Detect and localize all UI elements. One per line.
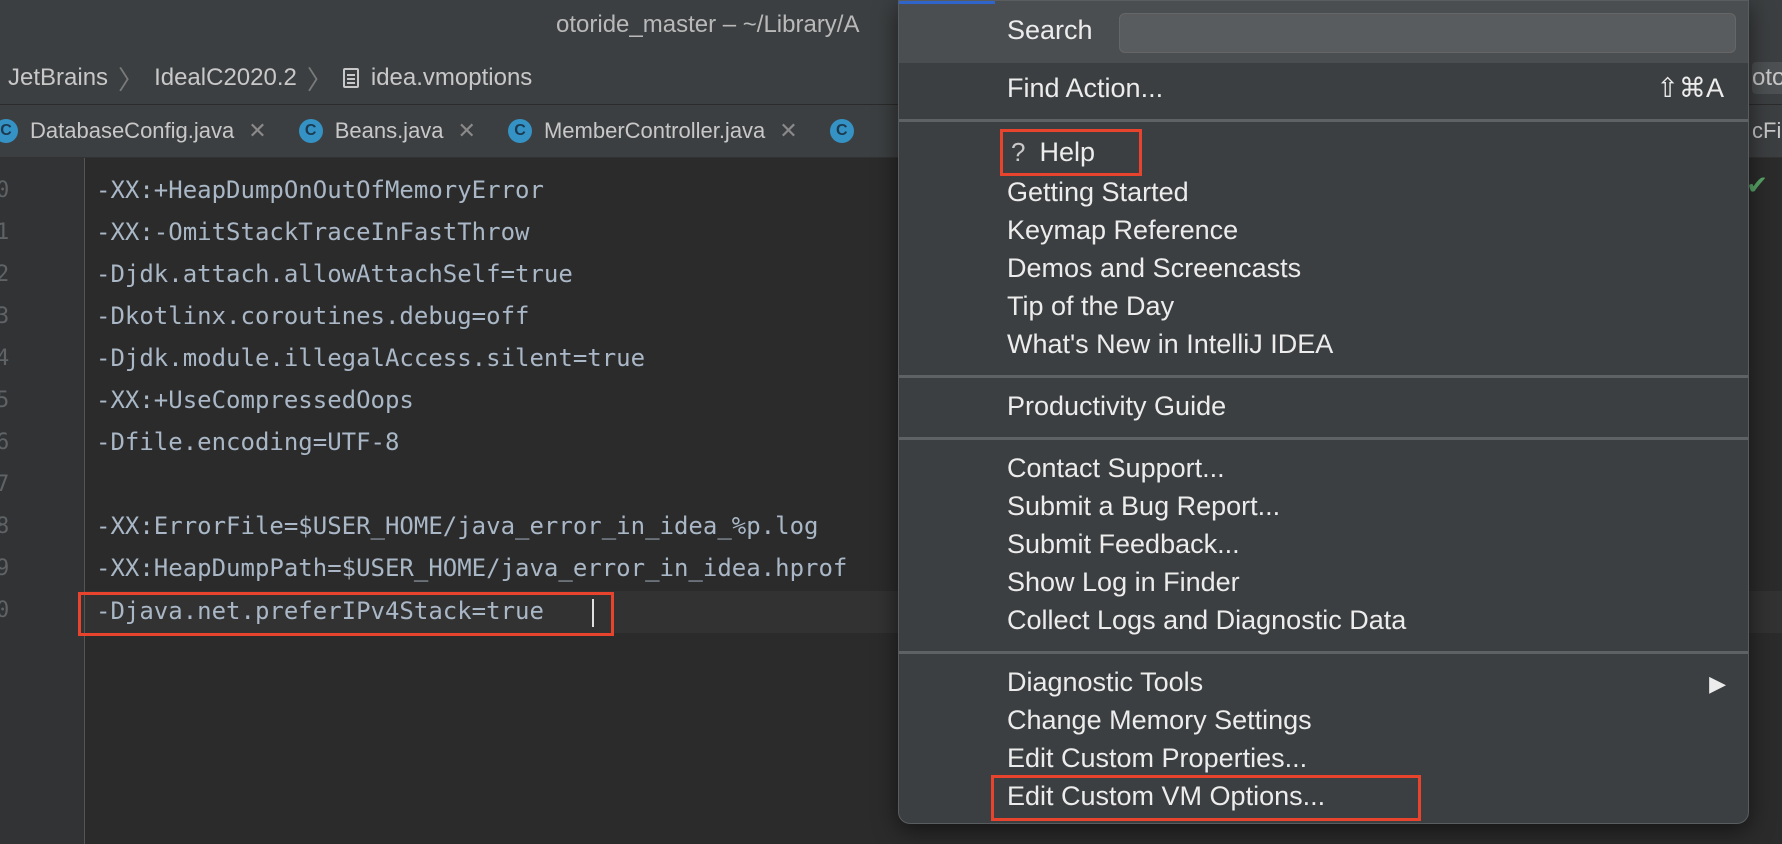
annotation-box-vm-option (78, 592, 614, 636)
annotation-box-help (1000, 129, 1142, 176)
menu-item-show-log[interactable]: Show Log in Finder (1007, 567, 1240, 598)
code-line[interactable]: -Djdk.attach.allowAttachSelf=true (96, 254, 573, 294)
class-icon: C (507, 119, 532, 143)
tab-label: DatabaseConfig.java (30, 118, 235, 143)
menu-item-collect-logs[interactable]: Collect Logs and Diagnostic Data (1007, 605, 1406, 636)
run-config-partial[interactable]: otor (1752, 62, 1782, 94)
menu-item-contact-support[interactable]: Contact Support... (1007, 453, 1225, 484)
menu-separator (899, 651, 1748, 654)
breadcrumb-item-jetbrains[interactable]: JetBrains (8, 64, 108, 92)
tab-membercontroller[interactable]: C MemberController.java ✕ (507, 105, 810, 157)
code-line[interactable]: -XX:+UseCompressedOops (96, 380, 414, 420)
code-line[interactable]: -XX:-OmitStackTraceInFastThrow (96, 212, 529, 252)
menu-item-diagnostic-tools[interactable]: Diagnostic Tools (1007, 667, 1203, 698)
breadcrumb-item-idealc[interactable]: IdealC2020.2 (154, 64, 297, 92)
menu-item-whats-new[interactable]: What's New in IntelliJ IDEA (1007, 329, 1333, 360)
menu-search-row: Search (899, 1, 1748, 63)
menu-separator (899, 437, 1748, 440)
find-action-shortcut: ⇧⌘A (1656, 73, 1724, 103)
menu-item-demos-screencasts[interactable]: Demos and Screencasts (1007, 253, 1301, 284)
menu-separator (899, 375, 1748, 378)
tab-label: MemberController.java (543, 118, 766, 143)
code-line[interactable]: -Dkotlinx.coroutines.debug=off (96, 296, 529, 336)
breadcrumb-separator-icon: 〉 (306, 64, 333, 95)
line-number: 4 (0, 346, 10, 371)
line-number: 3 (0, 304, 10, 329)
menu-item-getting-started[interactable]: Getting Started (1007, 177, 1189, 208)
code-line[interactable]: -XX:HeapDumpPath=$USER_HOME/java_error_i… (96, 548, 847, 588)
line-number: 7 (0, 472, 10, 497)
line-number: 0 (0, 598, 10, 623)
menu-search-label: Search (1007, 15, 1093, 45)
tab-partial[interactable]: C (829, 105, 878, 157)
code-line[interactable]: -Djdk.module.illegalAccess.silent=true (96, 338, 645, 378)
tab-beans[interactable]: C Beans.java ✕ (298, 105, 488, 157)
menu-item-submit-feedback[interactable]: Submit Feedback... (1007, 529, 1240, 560)
menu-item-change-memory[interactable]: Change Memory Settings (1007, 705, 1312, 736)
menu-item-edit-custom-properties[interactable]: Edit Custom Properties... (1007, 743, 1307, 774)
menu-item-productivity-guide[interactable]: Productivity Guide (1007, 391, 1226, 422)
code-line[interactable]: -XX:+HeapDumpOnOutOfMemoryError (96, 170, 544, 210)
file-icon (342, 68, 359, 88)
tab-partial-right[interactable]: cFil (1752, 105, 1782, 157)
breadcrumb-label: JetBrains (8, 64, 109, 91)
help-menu: Search Find Action... ⇧⌘A ? Help Getting … (898, 0, 1749, 824)
window-title: otoride_master – ~/Library/A (556, 11, 860, 38)
breadcrumb-separator-icon: 〉 (118, 64, 145, 95)
code-line[interactable]: -XX:ErrorFile=$USER_HOME/java_error_in_i… (96, 506, 818, 546)
menu-search-input[interactable] (1119, 13, 1736, 53)
annotation-box-edit-vm-options (991, 775, 1421, 821)
menu-separator (899, 119, 1748, 122)
menu-item-tip-of-the-day[interactable]: Tip of the Day (1007, 291, 1174, 322)
line-gutter: 0 1 2 3 4 5 6 7 8 9 0 (0, 158, 85, 844)
breadcrumb-label: IdealC2020.2 (154, 64, 297, 91)
breadcrumb-label: idea.vmoptions (370, 64, 533, 91)
line-number: 5 (0, 388, 10, 413)
line-number: 9 (0, 556, 10, 581)
close-icon[interactable]: ✕ (779, 118, 797, 144)
menu-item-keymap-reference[interactable]: Keymap Reference (1007, 215, 1238, 246)
line-number: 6 (0, 430, 10, 455)
inspection-ok-icon[interactable]: ✔ (1746, 170, 1768, 201)
tab-label: Beans.java (334, 118, 444, 143)
menu-item-find-action[interactable]: Find Action... (1007, 73, 1163, 104)
menu-active-indicator (899, 1, 995, 4)
line-number: 2 (0, 262, 10, 287)
class-icon: C (829, 119, 854, 143)
menu-item-submit-bug[interactable]: Submit a Bug Report... (1007, 491, 1280, 522)
line-number: 8 (0, 514, 10, 539)
tab-databaseconfig[interactable]: C DatabaseConfig.java ✕ (0, 105, 279, 157)
breadcrumb-item-file[interactable]: idea.vmoptions (342, 64, 533, 92)
line-number: 0 (0, 178, 10, 203)
close-icon[interactable]: ✕ (458, 118, 476, 144)
code-line[interactable]: -Dfile.encoding=UTF-8 (96, 422, 399, 462)
line-number: 1 (0, 220, 10, 245)
class-icon: C (0, 119, 18, 143)
close-icon[interactable]: ✕ (248, 118, 266, 144)
class-icon: C (298, 119, 323, 143)
submenu-arrow-icon: ▶ (1709, 671, 1726, 696)
